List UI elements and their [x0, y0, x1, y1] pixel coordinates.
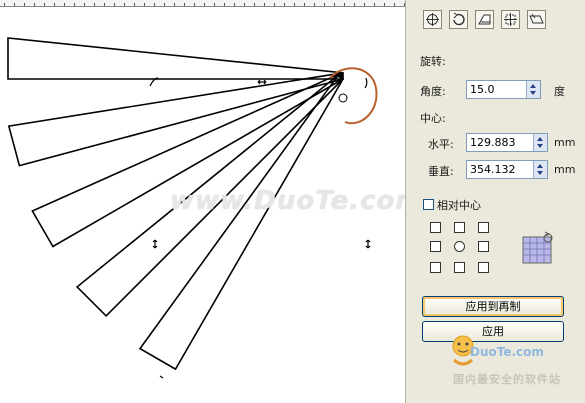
apply-to-duplicate-button[interactable]: 应用到再制: [422, 296, 564, 317]
skew-tool-button[interactable]: [527, 10, 546, 29]
drawing-canvas[interactable]: www.DuoTe.com: [0, 0, 423, 403]
vertical-spinner[interactable]: [533, 161, 547, 178]
relative-center-checkbox[interactable]: [423, 199, 434, 210]
position-icon: [426, 13, 439, 26]
vertical-value: 354.132: [470, 163, 516, 176]
angle-input[interactable]: 15.0: [466, 80, 541, 99]
scale-mirror-icon: [478, 14, 491, 25]
vertical-label: 垂直:: [428, 165, 454, 178]
anchor-bottom-left[interactable]: [430, 262, 441, 273]
angle-spinner[interactable]: [526, 81, 540, 98]
angle-unit: 度: [554, 85, 565, 98]
rotate-section-label: 旋转:: [420, 55, 446, 68]
anchor-bottom-center[interactable]: [454, 262, 465, 273]
duote-slogan-text: 国内最安全的软件站: [453, 373, 561, 386]
transform-docker: 旋转: 角度: 15.0 度 中心: 水平: 129.883 mm 垂直: 35…: [405, 0, 585, 403]
apply-button[interactable]: 应用: [422, 321, 564, 342]
horizontal-label: 水平:: [428, 138, 454, 151]
relative-center-label: 相对中心: [437, 199, 481, 212]
skew-icon: [529, 13, 544, 24]
vertical-input[interactable]: 354.132: [466, 160, 548, 179]
anchor-top-center[interactable]: [454, 222, 465, 233]
anchor-middle-right[interactable]: [478, 241, 489, 252]
size-tool-button[interactable]: [501, 10, 520, 29]
horizontal-spinner[interactable]: [533, 134, 547, 151]
transform-preview-icon: [522, 231, 553, 264]
rotate-icon: [453, 12, 465, 26]
duote-brand-text: DuoTe.com: [470, 345, 544, 359]
scale-mirror-tool-button[interactable]: [475, 10, 494, 29]
position-tool-button[interactable]: [423, 10, 442, 29]
anchor-middle-left[interactable]: [430, 241, 441, 252]
horizontal-unit: mm: [554, 136, 576, 149]
anchor-center[interactable]: [454, 241, 465, 252]
angle-label: 角度:: [420, 85, 446, 98]
anchor-bottom-right[interactable]: [478, 262, 489, 273]
rotated-rectangle[interactable]: [7, 37, 344, 80]
rotate-tool-button[interactable]: [449, 10, 468, 29]
center-section-label: 中心:: [420, 112, 446, 125]
anchor-top-right[interactable]: [478, 222, 489, 233]
angle-value: 15.0: [470, 83, 495, 96]
rotate-handles[interactable]: [149, 77, 371, 379]
rotated-rectangle[interactable]: [7, 72, 344, 167]
rotation-center-handle[interactable]: [338, 93, 348, 103]
anchor-top-left[interactable]: [430, 222, 441, 233]
rotated-rectangle[interactable]: [138, 74, 345, 371]
watermark-text: www.DuoTe.com: [170, 186, 424, 216]
horizontal-input[interactable]: 129.883: [466, 133, 548, 152]
vertical-unit: mm: [554, 163, 576, 176]
horizontal-value: 129.883: [470, 136, 516, 149]
size-icon: [504, 13, 517, 26]
